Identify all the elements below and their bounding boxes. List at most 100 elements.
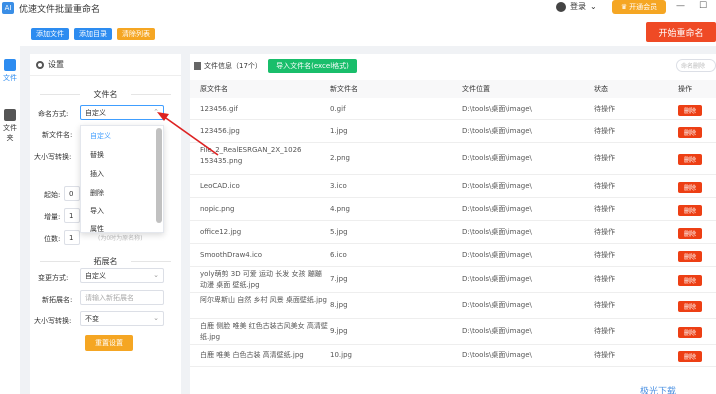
chevron-down-icon: ⌄ [153, 271, 159, 279]
table-row: nopic.png 4.png D:\tools\桌面\image\ 待操作 删除 [190, 198, 716, 221]
reset-settings-button[interactable]: 重置设置 [85, 335, 133, 351]
column-header: 状态 [594, 85, 608, 93]
maximize-icon[interactable]: ☐ [699, 1, 707, 11]
delete-button[interactable]: 删除 [678, 228, 702, 239]
new-ext-input[interactable]: 请输入新拓展名 [80, 290, 164, 305]
delete-button[interactable]: 删除 [678, 275, 702, 286]
method-dropdown-menu: 自定义 替换 插入 删除 导入 属性 [80, 125, 164, 233]
delete-button[interactable]: 删除 [678, 327, 702, 338]
hint-text: (为0时为原名称) [98, 235, 143, 242]
login-label[interactable]: 登录 [570, 1, 586, 12]
location-cell: D:\tools\桌面\image\ [462, 105, 532, 113]
location-cell: D:\tools\桌面\image\ [462, 205, 532, 213]
status-cell: 待操作 [594, 105, 615, 113]
dropdown-option-delete[interactable]: 删除 [90, 188, 104, 198]
table-row: SmoothDraw4.ico 6.ico D:\tools\桌面\image\ 待操… [190, 244, 716, 267]
delete-button[interactable]: 删除 [678, 251, 702, 262]
app-title: 优速文件批量重命名 [19, 4, 101, 15]
login-area[interactable]: 登录 ⌄ [556, 1, 597, 12]
location-cell: D:\tools\桌面\image\ [462, 301, 532, 309]
original-name-cell: 123456.jpg [200, 127, 240, 135]
delete-button[interactable]: 删除 [678, 205, 702, 216]
delete-button[interactable]: 删除 [678, 182, 702, 193]
dropdown-option-custom[interactable]: 自定义 [90, 131, 111, 141]
import-excel-button[interactable]: 导入文件名(excel格式) [268, 59, 357, 73]
divider [131, 94, 171, 95]
crown-icon: ♛ [620, 3, 628, 11]
original-name-cell: SmoothDraw4.ico [200, 251, 263, 259]
status-cell: 待操作 [594, 301, 615, 309]
new-name-cell: 0.gif [330, 105, 346, 113]
ext-method-label: 变更方式: [38, 274, 69, 282]
status-cell: 待操作 [594, 351, 615, 359]
search-input[interactable]: 命名删除 [676, 59, 716, 72]
title-bar: AI 优速文件批量重命名 [0, 0, 716, 16]
delete-button[interactable]: 删除 [678, 351, 702, 362]
settings-title: 设置 [48, 60, 64, 69]
sidebar-item-file[interactable]: 文件 [0, 59, 20, 83]
sidebar-item-label: 文件夹 [3, 124, 17, 142]
table-row: 123456.jpg 1.jpg D:\tools\桌面\image\ 待操作 删除 [190, 120, 716, 143]
clear-list-button[interactable]: 清除列表 [117, 28, 155, 40]
sidebar-item-label: 文件 [3, 74, 17, 82]
dropdown-option-attribute[interactable]: 属性 [90, 224, 104, 234]
column-header: 操作 [678, 85, 692, 93]
new-name-cell: 9.jpg [330, 327, 348, 335]
status-cell: 待操作 [594, 127, 615, 135]
table-row: 阿尔卑斯山 自然 乡村 风景 桌面壁纸.jpg 8.jpg D:\tools\桌面\… [190, 293, 716, 319]
vip-label: 开通会员 [629, 3, 658, 11]
dropdown-scrollbar[interactable] [156, 128, 162, 223]
column-header: 新文件名 [330, 85, 358, 93]
original-name-cell: 白鹿 唯美 白色古装 高清壁纸.jpg [200, 351, 304, 359]
ext-case-select[interactable]: 不变 ⌄ [80, 311, 164, 326]
file-count: （17个） [232, 62, 262, 70]
ext-method-value: 自定义 [85, 271, 106, 280]
sidebar: 文件 文件夹 [0, 16, 20, 394]
method-select-value: 自定义 [85, 108, 106, 117]
vip-button[interactable]: ♛ 开通会员 [612, 0, 666, 14]
sidebar-item-folder[interactable]: 文件夹 [0, 109, 20, 143]
delete-button[interactable]: 删除 [678, 127, 702, 138]
method-select[interactable]: 自定义 ⌃ [80, 105, 164, 120]
delete-button[interactable]: 删除 [678, 154, 702, 165]
location-cell: D:\tools\桌面\image\ [462, 251, 532, 259]
dropdown-option-insert[interactable]: 插入 [90, 169, 104, 179]
toolbar: 添加文件 添加目录 清除列表 [20, 16, 716, 46]
original-name-cell: 123456.gif [200, 105, 238, 113]
table-row: office12.jpg 5.jpg D:\tools\桌面\image\ 待操作 删除 [190, 221, 716, 244]
dropdown-option-replace[interactable]: 替换 [90, 150, 104, 160]
original-name-cell: office12.jpg [200, 228, 242, 236]
step-input[interactable]: 1 [64, 208, 80, 223]
new-name-cell: 10.jpg [330, 351, 352, 359]
folder-icon [4, 109, 16, 121]
add-dir-button[interactable]: 添加目录 [74, 28, 112, 40]
start-input[interactable]: 0 [64, 186, 80, 201]
delete-button[interactable]: 删除 [678, 105, 702, 116]
dropdown-option-import[interactable]: 导入 [90, 206, 104, 216]
minimize-icon[interactable]: — [676, 1, 685, 11]
method-label: 命名方式: [38, 110, 69, 118]
app-logo-icon: AI [2, 2, 14, 14]
location-cell: D:\tools\桌面\image\ [462, 327, 532, 335]
new-name-label: 新文件名: [42, 131, 73, 139]
table-row: 白鹿 侧脸 唯美 红色古装古风美女 高清壁纸.jpg 9.jpg D:\tools\… [190, 319, 716, 345]
original-name-cell: yoly萌剪 3D 可爱 运动 长发 女孩 蹦蹦 动漫 桌面 壁纸.jpg [200, 270, 322, 289]
ext-method-select[interactable]: 自定义 ⌄ [80, 268, 164, 283]
file-list-panel: 文件信息 （17个） 导入文件名(excel格式) 命名删除 原文件名 新文件名… [190, 54, 716, 394]
digits-input[interactable]: 1 [64, 230, 80, 245]
add-file-button[interactable]: 添加文件 [31, 28, 69, 40]
delete-button[interactable]: 删除 [678, 301, 702, 312]
gear-icon [36, 60, 44, 69]
table-row: 白鹿 唯美 白色古装 高清壁纸.jpg 10.jpg D:\tools\桌面\ima… [190, 345, 716, 367]
watermark-text: 极光下载 [640, 387, 677, 394]
table-header: 原文件名 新文件名 文件位置 状态 操作 [190, 80, 716, 98]
original-name-cell: LeoCAD.ico [200, 182, 240, 190]
location-cell: D:\tools\桌面\image\ [462, 127, 532, 135]
chevron-down-icon: ⌄ [590, 2, 597, 11]
status-cell: 待操作 [594, 327, 615, 335]
start-label: 起始: [44, 191, 61, 199]
new-name-cell: 7.jpg [330, 275, 348, 283]
status-cell: 待操作 [594, 228, 615, 236]
table-row: 123456.gif 0.gif D:\tools\桌面\image\ 待操作 删除 [190, 100, 716, 120]
start-rename-button[interactable]: 开始重命名 [646, 22, 716, 42]
